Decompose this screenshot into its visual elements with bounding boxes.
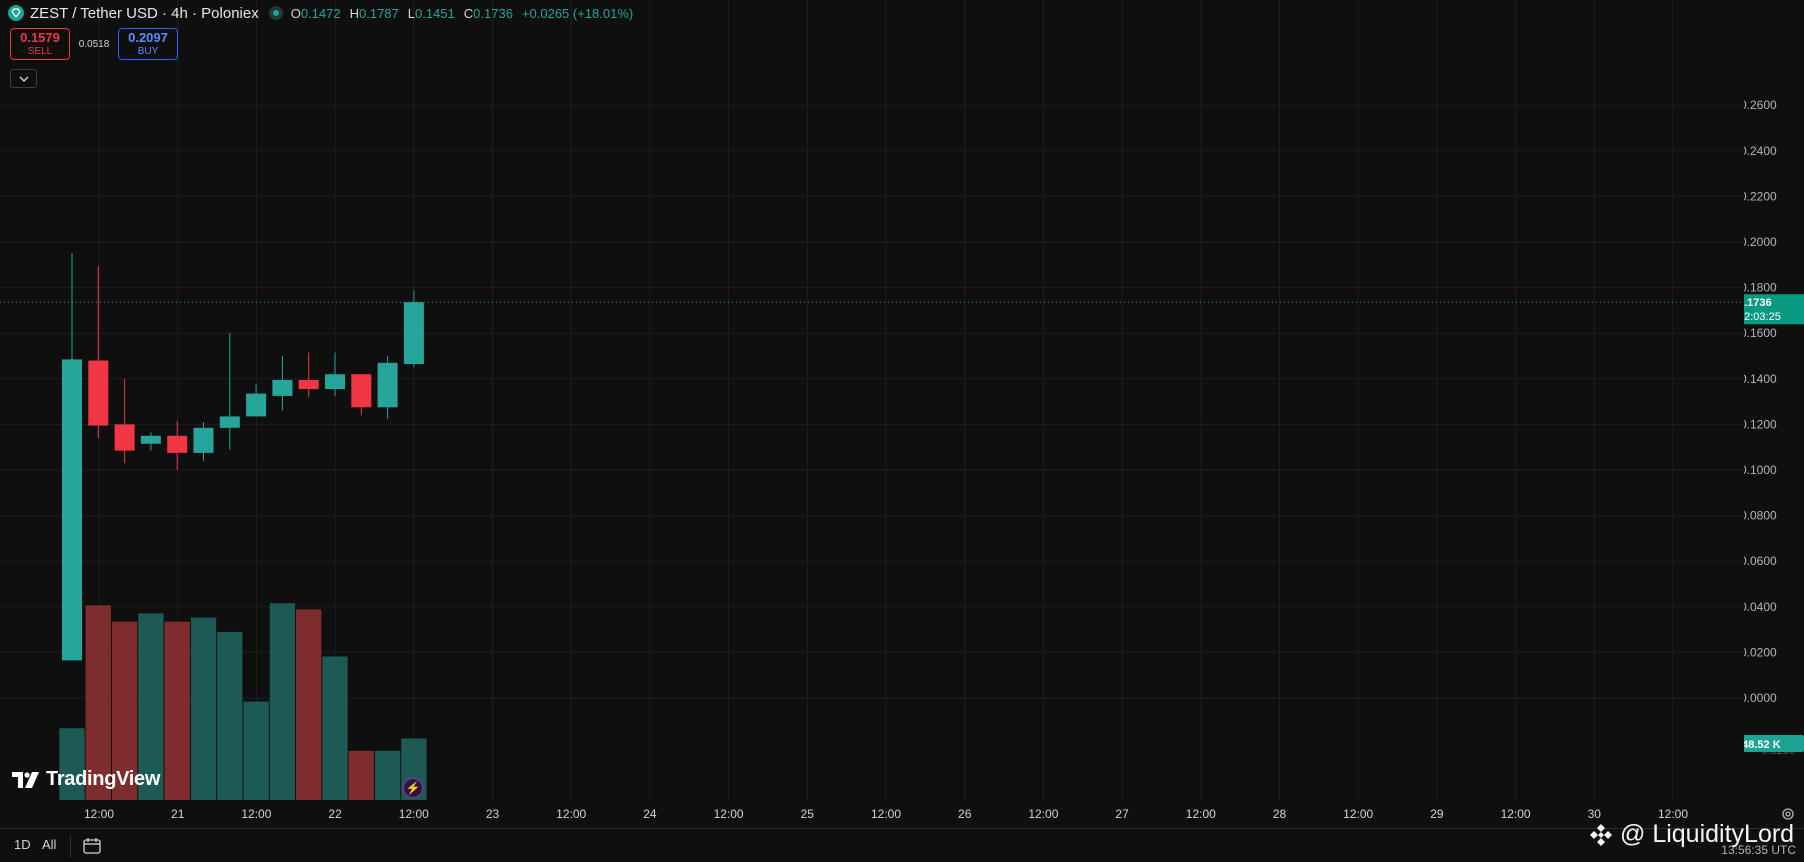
close-value: 0.1736 — [473, 5, 513, 21]
price-tick-label: 0.1800 — [1744, 281, 1777, 295]
price-tick-label: 0.0800 — [1744, 509, 1777, 523]
toolbar-divider — [70, 835, 71, 857]
price-tick-label: 0.2400 — [1744, 144, 1777, 158]
buy-button[interactable]: 0.2097 BUY — [118, 28, 178, 60]
time-tick-label: 12:00 — [714, 807, 744, 821]
price-tick-label: 0.2200 — [1744, 189, 1777, 203]
volume-bar — [217, 631, 243, 800]
price-tick-label: 0.0200 — [1744, 645, 1777, 659]
time-tick-label: 12:00 — [556, 807, 586, 821]
symbol-legend: ZEST / Tether USD · 4h · Poloniex O0.147… — [8, 4, 633, 22]
candle-body — [351, 374, 372, 408]
price-axis[interactable]: 0.2600 0.2400 0.2200 0.2000 0.1800 0.1600 0.14… — [1744, 0, 1804, 800]
low-value: 0.1451 — [415, 5, 455, 21]
sell-button[interactable]: 0.1579 SELL — [10, 28, 70, 60]
chevron-down-icon — [19, 76, 28, 82]
time-tick-label: 12:00 — [241, 807, 271, 821]
binance-logo-icon — [1590, 823, 1612, 846]
time-tick-label: 12:00 — [1658, 807, 1688, 821]
price-tick-label: 0.1400 — [1744, 372, 1777, 386]
spread-value: 0.0518 — [78, 38, 110, 50]
price-tick-label: 0.1000 — [1744, 463, 1777, 477]
price-tick-label: 0.1200 — [1744, 417, 1777, 431]
volume-bar — [322, 656, 348, 800]
volume-bar — [243, 701, 269, 800]
candle-body — [167, 435, 188, 453]
range-1d-button[interactable]: 1D — [14, 837, 31, 852]
time-tick-label: 27 — [1115, 807, 1129, 821]
time-tick-label: 12:00 — [1028, 807, 1058, 821]
candle-body — [272, 379, 293, 396]
candle-body — [219, 416, 240, 428]
tradingview-logo-icon — [12, 771, 39, 788]
candle-body — [377, 362, 398, 408]
candle-body — [246, 393, 267, 417]
candle-body — [403, 302, 424, 364]
zest-logo-icon — [8, 5, 24, 21]
time-tick-label: 12:00 — [1186, 807, 1216, 821]
time-tick-label: 12:00 — [1501, 807, 1531, 821]
bottom-toolbar: 1D All 13:56:35 UTC — [0, 828, 1804, 862]
price-chart[interactable] — [0, 0, 1744, 800]
time-tick-label: 21 — [171, 807, 185, 821]
time-tick-label: 26 — [958, 807, 972, 821]
price-tick-label: 0.0000 — [1744, 691, 1777, 705]
time-tick-label: 12:00 — [84, 807, 114, 821]
collapse-legend-button[interactable] — [10, 69, 37, 88]
time-tick-label: 25 — [801, 807, 815, 821]
price-tick-label: 0.0400 — [1744, 600, 1777, 614]
time-tick-label: 29 — [1430, 807, 1444, 821]
last-price-tag: 0.1736 02:03:25 — [1744, 294, 1804, 325]
last-price-value: 0.1736 — [1744, 297, 1772, 309]
volume-bar — [374, 750, 401, 800]
time-tick-label: 28 — [1273, 807, 1287, 821]
trade-buttons: 0.1579 SELL 0.0518 0.2097 BUY — [10, 28, 178, 60]
candle-body — [114, 424, 135, 451]
volume-bar — [164, 621, 190, 800]
time-tick-label: 22 — [328, 807, 342, 821]
candle-body — [325, 374, 345, 390]
tradingview-logo[interactable]: TradingView — [12, 768, 160, 791]
candlesticks — [62, 253, 424, 661]
volume-bar — [269, 603, 296, 800]
change-value: +0.0265 (+18.01%) — [521, 5, 634, 21]
time-tick-label: 12:00 — [1343, 807, 1373, 821]
time-axis[interactable]: 12:00 21 12:00 22 12:00 23 12:00 24 12:00 25 12:00… — [0, 800, 1744, 828]
price-tick-label: 0.2600 — [1744, 98, 1777, 112]
high-value: 0.1787 — [359, 5, 399, 21]
lightning-icon[interactable]: ⚡ — [403, 778, 423, 798]
volume-bar — [296, 609, 322, 800]
candle-body — [298, 379, 319, 390]
volume-value: 148.52 K — [1744, 739, 1781, 751]
candle-body — [140, 435, 161, 444]
open-value: 0.1472 — [300, 5, 341, 21]
volume-bar — [190, 617, 217, 800]
price-tick-label: 0.2000 — [1744, 235, 1777, 249]
countdown-value: 02:03:25 — [1744, 311, 1781, 323]
time-tick-label: 23 — [486, 807, 500, 821]
candle-body — [193, 427, 214, 453]
time-tick-label: 12:00 — [871, 807, 901, 821]
calendar-icon[interactable] — [82, 837, 102, 855]
price-tick-label: 0.0600 — [1744, 554, 1777, 568]
symbol-title[interactable]: ZEST / Tether USD · 4h · Poloniex — [30, 5, 259, 22]
candle-body — [88, 360, 109, 426]
volume-bar — [348, 750, 374, 800]
time-tick-label: 24 — [643, 807, 657, 821]
time-tick-label: 12:00 — [399, 807, 429, 821]
candle-body — [62, 359, 82, 661]
range-all-button[interactable]: All — [42, 837, 56, 852]
ohlc-values: O0.1472 H0.1787 L0.1451 C0.1736 +0.0265 … — [290, 5, 634, 21]
time-tick-label: 30 — [1588, 807, 1602, 821]
volume-tag: 148.52 K — [1744, 735, 1804, 752]
price-tick-label: 0.1600 — [1744, 326, 1777, 340]
market-status-icon[interactable] — [268, 6, 283, 20]
watermark: @ LiquidityLord — [1588, 820, 1794, 849]
